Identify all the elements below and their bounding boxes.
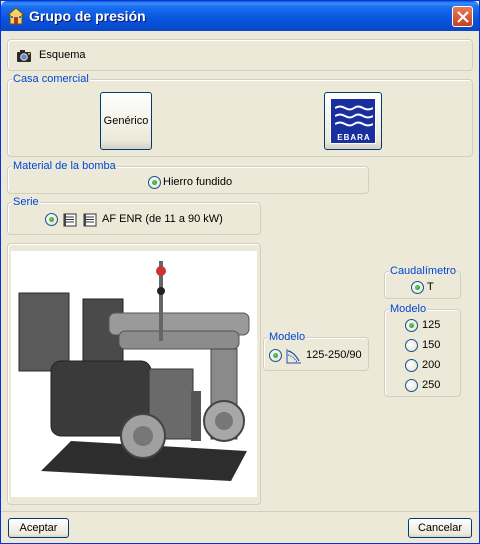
pump-curve-icon[interactable] — [286, 348, 302, 364]
modelo-option-125[interactable]: 125 — [422, 319, 440, 331]
schema-panel: Esquema — [7, 39, 473, 71]
modelo-radio-125[interactable] — [405, 319, 418, 332]
modelo-radio-150[interactable] — [405, 339, 418, 352]
accept-button[interactable]: Aceptar — [8, 518, 69, 538]
material-radio-hierro[interactable] — [148, 176, 161, 189]
serie-option-label[interactable]: AF ENR (de 11 a 90 kW) — [102, 213, 223, 225]
ebara-brand-button[interactable]: EBARA — [324, 92, 382, 150]
house-icon — [7, 7, 25, 25]
pump-group-image — [11, 251, 257, 497]
caudalimetro-legend: Caudalímetro — [389, 265, 458, 277]
camera-icon[interactable] — [16, 49, 32, 63]
casa-comercial-group: Casa comercial Genérico EBARA — [7, 73, 473, 157]
modelo-option-200[interactable]: 200 — [422, 359, 440, 371]
document-icon[interactable] — [83, 213, 97, 227]
catalog-icon[interactable] — [63, 213, 77, 227]
dialog-window: Grupo de presión Esquema Casa comercial … — [0, 0, 480, 544]
generic-brand-label: Genérico — [103, 115, 149, 127]
generic-brand-button[interactable]: Genérico — [100, 92, 152, 150]
modelo-option-250[interactable]: 250 — [422, 379, 440, 391]
window-title: Grupo de presión — [29, 8, 146, 24]
material-group: Material de la bomba Hierro fundido — [7, 160, 369, 194]
serie-legend: Serie — [12, 196, 40, 208]
title-bar[interactable]: Grupo de presión — [1, 1, 479, 31]
serie-radio[interactable] — [45, 213, 58, 226]
caudalimetro-label[interactable]: T — [427, 281, 434, 293]
footer-bar — [1, 511, 479, 512]
caudalimetro-group: Caudalímetro T — [384, 265, 461, 299]
cancel-button-label: Cancelar — [417, 522, 463, 534]
modelo-sizes-legend: Modelo — [389, 303, 428, 315]
caudalimetro-radio-t[interactable] — [411, 281, 424, 294]
modelo-sizes-group: Modelo 125 150 200 250 — [384, 303, 461, 397]
modelo-main-radio[interactable] — [269, 349, 282, 362]
material-option-label[interactable]: Hierro fundido — [163, 176, 232, 188]
cancel-button[interactable]: Cancelar — [408, 518, 472, 538]
ebara-logo-text: EBARA — [337, 133, 371, 142]
close-icon — [457, 11, 469, 23]
ebara-logo: EBARA — [330, 98, 376, 144]
modelo-main-legend: Modelo — [268, 331, 307, 343]
material-legend: Material de la bomba — [12, 160, 117, 172]
modelo-main-group: Modelo 125-250/90 — [263, 331, 369, 371]
modelo-radio-200[interactable] — [405, 359, 418, 372]
modelo-main-label[interactable]: 125-250/90 — [306, 349, 362, 361]
casa-comercial-legend: Casa comercial — [12, 73, 90, 85]
pump-photo-illustration — [11, 251, 257, 497]
modelo-radio-250[interactable] — [405, 379, 418, 392]
modelo-option-150[interactable]: 150 — [422, 339, 440, 351]
schema-label[interactable]: Esquema — [39, 49, 85, 61]
close-button[interactable] — [452, 6, 473, 27]
accept-button-label: Aceptar — [19, 522, 58, 534]
serie-group: Serie AF ENR (de 11 a 90 kW) — [7, 196, 261, 235]
